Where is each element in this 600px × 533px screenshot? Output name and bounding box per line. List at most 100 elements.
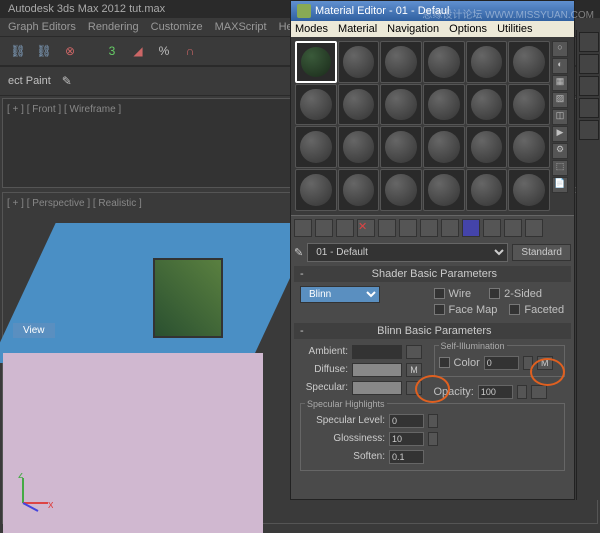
backlight-icon[interactable]: ◐ bbox=[552, 58, 568, 74]
pick-icon[interactable]: ✎ bbox=[294, 246, 303, 259]
show-end-icon[interactable] bbox=[483, 219, 501, 237]
color-checkbox[interactable] bbox=[439, 357, 450, 368]
rollout-header[interactable]: - Shader Basic Parameters bbox=[294, 266, 571, 282]
sample-slot[interactable] bbox=[508, 126, 550, 168]
put-to-scene-icon[interactable] bbox=[315, 219, 333, 237]
mat-menu-modes[interactable]: Modes bbox=[295, 23, 328, 35]
spinner-arrows-icon[interactable] bbox=[428, 432, 438, 446]
sample-slot[interactable] bbox=[466, 41, 508, 83]
background-icon[interactable]: ▦ bbox=[552, 75, 568, 91]
diffuse-map-button[interactable]: M bbox=[406, 363, 422, 377]
sample-uv-icon[interactable]: ▨ bbox=[552, 92, 568, 108]
sample-slot[interactable] bbox=[380, 41, 422, 83]
sample-slot[interactable] bbox=[380, 169, 422, 211]
wire-checkbox[interactable] bbox=[434, 288, 445, 299]
sample-slot[interactable] bbox=[338, 84, 380, 126]
axis-gizmo-icon[interactable]: zx bbox=[13, 473, 53, 513]
create-panel-icon[interactable] bbox=[579, 32, 599, 52]
diffuse-color-swatch[interactable] bbox=[352, 363, 402, 377]
material-map-icon[interactable]: 📄 bbox=[552, 177, 568, 193]
sample-slot[interactable] bbox=[380, 84, 422, 126]
mat-menu-navigation[interactable]: Navigation bbox=[387, 23, 439, 35]
motion-panel-icon[interactable] bbox=[579, 98, 599, 118]
self-illum-map-button[interactable]: M bbox=[537, 356, 553, 370]
mat-id-icon[interactable] bbox=[441, 219, 459, 237]
sample-slot[interactable] bbox=[338, 126, 380, 168]
scene-3d-box[interactable] bbox=[23, 223, 283, 503]
hierarchy-panel-icon[interactable] bbox=[579, 76, 599, 96]
show-in-vp-icon[interactable] bbox=[462, 219, 480, 237]
menu-graph-editors[interactable]: Graph Editors bbox=[8, 21, 76, 33]
sample-slot-0[interactable] bbox=[295, 41, 337, 83]
sample-slot[interactable] bbox=[423, 41, 465, 83]
self-illum-spinner[interactable]: 0 bbox=[484, 356, 519, 370]
material-type-button[interactable]: Standard bbox=[512, 244, 571, 261]
sample-slot[interactable] bbox=[466, 126, 508, 168]
magnet-icon[interactable]: ∩ bbox=[180, 41, 200, 61]
specular-color-swatch[interactable] bbox=[352, 381, 402, 395]
sample-slot[interactable] bbox=[508, 41, 550, 83]
select-by-mat-icon[interactable]: ⬚ bbox=[552, 160, 568, 176]
mat-menu-utilities[interactable]: Utilities bbox=[497, 23, 532, 35]
menu-customize[interactable]: Customize bbox=[151, 21, 203, 33]
glossiness-spinner[interactable]: 10 bbox=[389, 432, 424, 446]
spinner-arrows-icon[interactable] bbox=[428, 414, 438, 428]
make-unique-icon[interactable] bbox=[399, 219, 417, 237]
video-check-icon[interactable]: ◫ bbox=[552, 109, 568, 125]
get-material-icon[interactable] bbox=[294, 219, 312, 237]
soften-spinner[interactable]: 0.1 bbox=[389, 450, 424, 464]
put-to-lib-icon[interactable] bbox=[420, 219, 438, 237]
shader-dropdown[interactable]: Blinn bbox=[300, 286, 380, 303]
sample-slot[interactable] bbox=[295, 169, 337, 211]
spinner-arrows-icon[interactable] bbox=[523, 356, 533, 370]
mat-menu-options[interactable]: Options bbox=[449, 23, 487, 35]
view-button[interactable]: View bbox=[13, 323, 55, 338]
menu-maxscript[interactable]: MAXScript bbox=[215, 21, 267, 33]
make-preview-icon[interactable]: ▶ bbox=[552, 126, 568, 142]
sample-slot[interactable] bbox=[423, 84, 465, 126]
faceted-checkbox[interactable] bbox=[509, 304, 520, 315]
sample-slot[interactable] bbox=[508, 84, 550, 126]
go-parent-icon[interactable] bbox=[504, 219, 522, 237]
opacity-spinner[interactable]: 100 bbox=[478, 385, 513, 399]
specular-map-button[interactable] bbox=[406, 381, 422, 395]
sample-type-icon[interactable]: ○ bbox=[552, 41, 568, 57]
sample-slot[interactable] bbox=[423, 126, 465, 168]
opacity-map-button[interactable] bbox=[531, 385, 547, 399]
sample-slot[interactable] bbox=[338, 41, 380, 83]
sample-slot[interactable] bbox=[466, 84, 508, 126]
ambient-map-button[interactable] bbox=[406, 345, 422, 359]
display-panel-icon[interactable] bbox=[579, 120, 599, 140]
spec-level-spinner[interactable]: 0 bbox=[389, 414, 424, 428]
menu-rendering[interactable]: Rendering bbox=[88, 21, 139, 33]
unlink-icon[interactable]: ⛓ bbox=[34, 41, 54, 61]
make-copy-icon[interactable] bbox=[378, 219, 396, 237]
assign-icon[interactable] bbox=[336, 219, 354, 237]
snap-percent-icon[interactable]: % bbox=[154, 41, 174, 61]
face-map-checkbox[interactable] bbox=[434, 304, 445, 315]
bind-icon[interactable]: ⊗ bbox=[60, 41, 80, 61]
sample-slot[interactable] bbox=[508, 169, 550, 211]
sample-slot[interactable] bbox=[295, 84, 337, 126]
sample-slot[interactable] bbox=[295, 126, 337, 168]
paint-icon[interactable]: ✎ bbox=[57, 71, 77, 91]
go-sibling-icon[interactable] bbox=[525, 219, 543, 237]
viewport-persp-label[interactable]: [ + ] [ Perspective ] [ Realistic ] bbox=[7, 198, 142, 209]
sample-slot[interactable] bbox=[423, 169, 465, 211]
reset-icon[interactable]: ✕ bbox=[357, 219, 375, 237]
ambient-color-swatch[interactable] bbox=[352, 345, 402, 359]
mat-menu-material[interactable]: Material bbox=[338, 23, 377, 35]
options-icon[interactable]: ⚙ bbox=[552, 143, 568, 159]
sample-slot[interactable] bbox=[338, 169, 380, 211]
viewport-front-label[interactable]: [ + ] [ Front ] [ Wireframe ] bbox=[7, 104, 121, 115]
snap-angle-icon[interactable]: ◢ bbox=[128, 41, 148, 61]
material-name-dropdown[interactable]: 01 - Default bbox=[307, 243, 508, 262]
spinner-arrows-icon[interactable] bbox=[517, 385, 527, 399]
sample-slot[interactable] bbox=[380, 126, 422, 168]
rollout-header[interactable]: - Blinn Basic Parameters bbox=[294, 323, 571, 339]
modify-panel-icon[interactable] bbox=[579, 54, 599, 74]
snap-3-icon[interactable]: 3 bbox=[102, 41, 122, 61]
link-icon[interactable]: ⛓ bbox=[8, 41, 28, 61]
two-sided-checkbox[interactable] bbox=[489, 288, 500, 299]
sample-slot[interactable] bbox=[466, 169, 508, 211]
